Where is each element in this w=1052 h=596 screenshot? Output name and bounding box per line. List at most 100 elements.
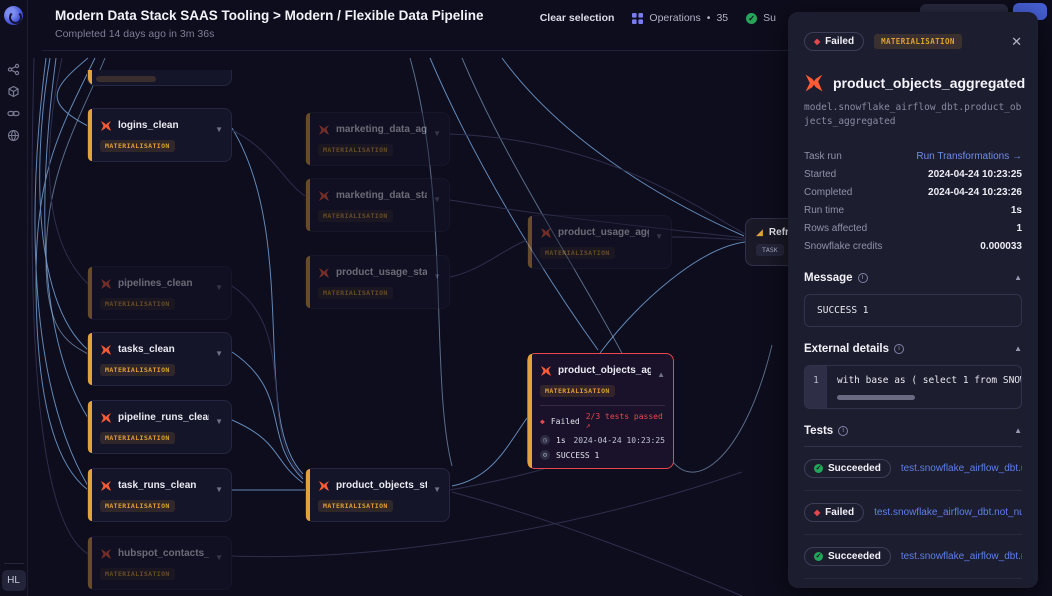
node-marketing-data-staging[interactable]: marketing_data_staging ▼ MATERIALISATION xyxy=(305,178,450,232)
materialisation-badge: MATERIALISATION xyxy=(874,34,962,49)
test-link[interactable]: test.snowflake_airflow_dbt.not_null_pr xyxy=(874,507,1022,518)
field-label: Rows affected xyxy=(804,223,867,234)
task-badge: TASK xyxy=(756,244,784,256)
external-details-heading: External details xyxy=(804,343,889,355)
materialisation-badge: MATERIALISATION xyxy=(318,144,393,156)
field-label: Task run xyxy=(804,151,842,162)
field-value: 2024-04-24 10:23:25 xyxy=(928,169,1022,180)
test-status-label: Succeeded xyxy=(828,551,881,562)
collapse-caret-icon[interactable]: ▲ xyxy=(1014,426,1022,435)
clock-icon: ◷ xyxy=(540,435,550,445)
chevron-down-icon[interactable]: ▼ xyxy=(433,195,441,204)
field-label: Started xyxy=(804,169,836,180)
external-link-icon[interactable]: ↗ xyxy=(586,421,591,430)
test-link[interactable]: test.snowflake_airflow_dbt.unique_pro xyxy=(901,463,1022,474)
node-title: product_usage_aggregated xyxy=(558,227,649,238)
user-avatar[interactable]: HL xyxy=(2,570,26,591)
horizontal-scrollbar[interactable] xyxy=(837,395,915,400)
test-row: ◆ Failed test.snowflake_airflow_dbt.not_… xyxy=(804,491,1022,535)
partial-badge-bar xyxy=(96,76,156,82)
close-icon[interactable]: ✕ xyxy=(1011,34,1022,50)
test-status-badge: ◆ Failed xyxy=(804,503,864,522)
materialisation-badge: MATERIALISATION xyxy=(100,432,175,444)
dbt-icon xyxy=(100,480,112,492)
node-pipeline-runs-clean[interactable]: pipeline_runs_clean ▼ MATERIALISATION xyxy=(87,400,232,454)
gear-icon: ⚙ xyxy=(540,450,550,460)
field-value: 2024-04-24 10:23:26 xyxy=(928,187,1022,198)
failed-status-icon: ◆ xyxy=(540,417,545,426)
chevron-down-icon[interactable]: ▼ xyxy=(655,232,663,241)
node-run-time: 1s xyxy=(556,436,566,445)
collapse-caret-icon[interactable]: ▲ xyxy=(1014,344,1022,353)
chevron-down-icon[interactable]: ▼ xyxy=(433,272,441,281)
node-title: hubspot_contacts_clean xyxy=(118,548,209,559)
info-icon[interactable]: i xyxy=(894,344,904,354)
dbt-icon xyxy=(100,120,112,132)
node-partial-top[interactable] xyxy=(87,70,232,86)
orchestra-logo[interactable] xyxy=(4,6,23,25)
node-status: Failed xyxy=(551,417,580,426)
chevron-down-icon[interactable]: ▼ xyxy=(215,349,223,358)
node-task-runs-clean[interactable]: task_runs_clean ▼ MATERIALISATION xyxy=(87,468,232,522)
sql-code-block: 1 with base as ( select 1 from SNOWFLAKE xyxy=(804,365,1022,409)
app-sidebar: HL xyxy=(0,0,28,596)
node-product-objects-aggregated-selected[interactable]: product_objects_aggregated ▲ MATERIALISA… xyxy=(527,353,674,469)
chevron-down-icon[interactable]: ▼ xyxy=(433,129,441,138)
info-icon[interactable]: i xyxy=(858,273,868,283)
task-details-panel: ◆ Failed MATERIALISATION ✕ product_objec… xyxy=(788,12,1038,588)
success-check-icon: ✓ xyxy=(814,552,823,561)
operations-filter[interactable]: Operations • 35 xyxy=(632,12,728,24)
dbt-icon xyxy=(318,267,330,279)
chevron-up-icon[interactable]: ▲ xyxy=(657,370,665,379)
field-row: Completed 2024-04-24 10:23:26 xyxy=(804,184,1022,202)
node-logins-clean[interactable]: logins_clean ▼ MATERIALISATION xyxy=(87,108,232,162)
node-hubspot-contacts-clean[interactable]: hubspot_contacts_clean ▼ MATERIALISATION xyxy=(87,536,232,590)
status-badge: ◆ Failed xyxy=(804,32,864,51)
connections-link-icon[interactable] xyxy=(7,107,20,120)
task-run-link[interactable]: Run Transformations → xyxy=(916,151,1022,162)
node-product-usage-aggregated[interactable]: product_usage_aggregated ▼ MATERIALISATI… xyxy=(527,215,672,269)
node-title: product_objects_staging xyxy=(336,480,427,491)
operations-count: 35 xyxy=(716,12,728,24)
test-status-badge: ✓ Succeeded xyxy=(804,459,891,478)
test-row: ✓ Succeeded test.snowflake_airflow_dbt.u… xyxy=(804,447,1022,491)
chevron-down-icon[interactable]: ▼ xyxy=(215,125,223,134)
node-product-objects-staging[interactable]: product_objects_staging ▼ MATERIALISATIO… xyxy=(305,468,450,522)
info-icon[interactable]: i xyxy=(838,426,848,436)
sidebar-divider xyxy=(4,563,24,564)
node-tasks-clean[interactable]: tasks_clean ▼ MATERIALISATION xyxy=(87,332,232,386)
dbt-icon xyxy=(804,73,824,93)
field-label: Completed xyxy=(804,187,852,198)
materialisation-badge: MATERIALISATION xyxy=(100,364,175,376)
status-label: Failed xyxy=(825,36,854,47)
field-row: Snowflake credits 0.000033 xyxy=(804,238,1022,256)
chevron-down-icon[interactable]: ▼ xyxy=(215,553,223,562)
node-title: product_usage_staging xyxy=(336,267,427,278)
header: Modern Data Stack SAAS Tooling > Modern … xyxy=(28,0,788,50)
chevron-down-icon[interactable]: ▼ xyxy=(215,283,223,292)
field-value: 1s xyxy=(1011,205,1022,216)
tests-summary[interactable]: 2/3 tests passed xyxy=(586,412,663,421)
success-check-icon: ✓ xyxy=(746,13,757,24)
node-pipelines-clean[interactable]: pipelines_clean ▼ MATERIALISATION xyxy=(87,266,232,320)
node-product-usage-staging[interactable]: product_usage_staging ▼ MATERIALISATION xyxy=(305,255,450,309)
clear-selection-button[interactable]: Clear selection xyxy=(540,12,615,24)
field-row: Rows affected 1 xyxy=(804,220,1022,238)
materialisation-badge: MATERIALISATION xyxy=(100,298,175,310)
test-link[interactable]: test.snowflake_airflow_dbt.not_null_pr xyxy=(901,551,1022,562)
node-marketing-data-aggregated[interactable]: marketing_data_aggregated ▼ MATERIALISAT… xyxy=(305,112,450,166)
dbt-icon xyxy=(100,278,112,290)
breadcrumb: Modern Data Stack SAAS Tooling > Modern … xyxy=(55,8,483,23)
succeeded-filter[interactable]: ✓ Su xyxy=(746,12,776,24)
pipelines-graph-icon[interactable] xyxy=(7,63,20,76)
materialisation-badge: MATERIALISATION xyxy=(318,287,393,299)
node-title: pipelines_clean xyxy=(118,278,209,289)
materialisation-badge: MATERIALISATION xyxy=(318,210,393,222)
operations-label: Operations xyxy=(649,12,700,24)
chevron-down-icon[interactable]: ▼ xyxy=(215,417,223,426)
chevron-down-icon[interactable]: ▼ xyxy=(433,485,441,494)
integrations-cube-icon[interactable] xyxy=(7,85,20,98)
settings-globe-icon[interactable] xyxy=(7,129,20,142)
collapse-caret-icon[interactable]: ▲ xyxy=(1014,273,1022,282)
chevron-down-icon[interactable]: ▼ xyxy=(215,485,223,494)
